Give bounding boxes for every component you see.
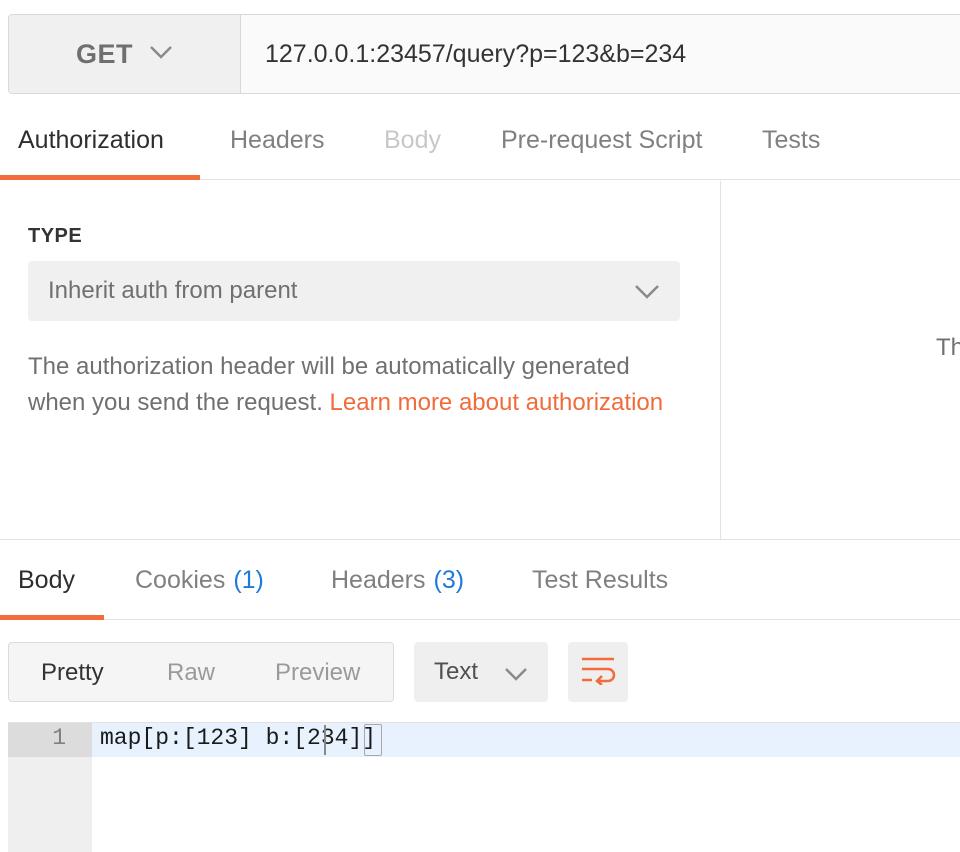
tab-headers[interactable]: Headers — [230, 126, 325, 155]
learn-more-link[interactable]: Learn more about authorization — [330, 389, 664, 416]
gutter-active-line — [8, 723, 92, 757]
view-pretty-button[interactable]: Pretty — [41, 659, 104, 687]
help-panel-text: Th — [936, 334, 960, 361]
tab-authorization[interactable]: Authorization — [18, 126, 164, 155]
view-raw-button[interactable]: Raw — [167, 659, 215, 687]
tab-cookies-label: Cookies — [135, 566, 226, 594]
tab-tests[interactable]: Tests — [762, 126, 820, 155]
section-divider — [0, 539, 960, 540]
chevron-down-icon — [504, 660, 528, 688]
request-tabs: Authorization Headers Body Pre-request S… — [0, 112, 960, 180]
text-cursor — [324, 725, 326, 755]
url-input[interactable]: 127.0.0.1:23457/query?p=123&b=234 — [265, 15, 686, 93]
format-select[interactable]: Text — [414, 642, 548, 702]
tab-cookies[interactable]: Cookies (1) — [135, 566, 264, 595]
code-line: map[p:[123] b:[234]] — [100, 725, 377, 751]
request-bar: GET 127.0.0.1:23457/query?p=123&b=234 — [8, 14, 960, 94]
chevron-down-icon — [634, 279, 660, 307]
response-tabs: Body Cookies (1) Headers (3) Test Results — [0, 552, 960, 620]
line-gutter: 1 — [8, 723, 92, 852]
view-preview-button[interactable]: Preview — [275, 659, 360, 687]
headers-count: (3) — [433, 566, 465, 594]
type-label: TYPE — [28, 225, 83, 247]
format-select-value: Text — [434, 658, 479, 685]
wrap-lines-button[interactable] — [568, 642, 628, 702]
tab-response-headers[interactable]: Headers (3) — [331, 566, 464, 595]
auth-panel: TYPE Inherit auth from parent The author… — [0, 181, 721, 539]
tab-response-headers-label: Headers — [331, 566, 426, 594]
tab-pre-request-script[interactable]: Pre-request Script — [501, 126, 702, 155]
auth-description: The authorization header will be automat… — [28, 349, 688, 421]
method-label: GET — [75, 38, 133, 69]
cookies-count: (1) — [233, 566, 264, 594]
matching-bracket-highlight — [364, 724, 382, 756]
auth-type-select[interactable]: Inherit auth from parent — [28, 261, 680, 321]
wrap-lines-icon — [580, 655, 616, 690]
method-select[interactable]: GET — [9, 15, 241, 93]
tab-response-body[interactable]: Body — [18, 566, 75, 595]
view-mode-group: Pretty Raw Preview — [8, 642, 394, 702]
active-tab-indicator — [0, 175, 200, 180]
tab-body[interactable]: Body — [384, 126, 441, 155]
line-number: 1 — [52, 725, 66, 751]
response-editor[interactable]: 1 map[p:[123] b:[234]] — [8, 722, 960, 852]
auth-type-value: Inherit auth from parent — [48, 277, 298, 304]
active-response-tab-indicator — [0, 615, 104, 620]
tab-test-results[interactable]: Test Results — [532, 566, 668, 595]
chevron-down-icon — [149, 45, 173, 64]
